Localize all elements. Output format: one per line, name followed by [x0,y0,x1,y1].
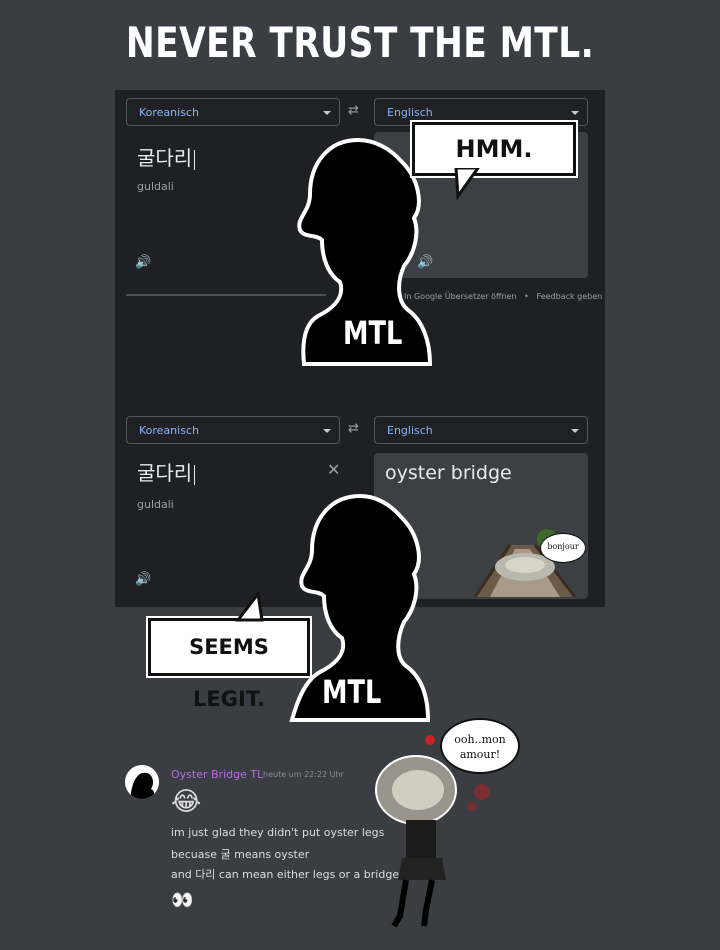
source-text-input[interactable]: 굴다리 [137,457,196,486]
close-icon[interactable]: ✕ [327,460,340,479]
speech-tail [234,592,264,622]
target-language-label: Englisch [387,424,433,437]
bonjour-speech-bubble: bonjour [540,533,586,563]
seems-legit-speech-bubble: SEEMS LEGIT. [148,618,310,711]
transliteration: guldali [137,498,174,511]
source-language-select[interactable]: Koreanisch [126,98,340,126]
chevron-down-icon [571,111,579,115]
source-text: 굴다리 [137,461,193,485]
text-cursor [194,464,196,485]
amour-speech-bubble: ooh..mon amour! [440,718,520,774]
message-line-2: becuase 굴 means oyster [171,848,310,861]
amour-line-2: amour! [459,748,501,761]
speaker-icon[interactable]: 🔊 [135,255,151,270]
target-language-select[interactable]: Englisch [374,416,588,444]
swap-icon[interactable]: ⇄ [348,421,359,436]
eyes-emoji-icon: 👀 [171,890,194,911]
avatar[interactable] [125,765,159,799]
username[interactable]: Oyster Bridge TL [171,768,263,781]
source-text-input[interactable]: 굴다리 [137,142,196,171]
speaker-icon[interactable]: 🔊 [135,572,151,587]
message-line-3: and 다리 can mean either legs or a bridge [171,868,400,881]
text-cursor [194,149,196,170]
transliteration: guldali [137,180,174,193]
target-language-label: Englisch [387,106,433,119]
chevron-down-icon [323,429,331,433]
seems-legit-text: SEEMS LEGIT. [189,635,269,711]
speech-tail [454,168,480,200]
chevron-down-icon [571,429,579,433]
amour-line-1: ooh..mon [454,733,506,746]
hmm-text: HMM. [455,135,533,163]
chevron-down-icon [323,111,331,115]
swap-icon[interactable]: ⇄ [348,103,359,118]
message-line-1: im just glad they didn't put oyster legs [171,826,385,839]
timestamp: heute um 22:22 Uhr [263,770,344,779]
feedback-link[interactable]: Feedback geben [537,292,603,301]
separator: • [524,292,529,301]
source-language-label: Koreanisch [139,106,199,119]
page-title: NEVER TRUST THE MTL. [125,18,595,67]
laughing-crying-emoji-icon: 😂 [171,787,202,817]
source-language-select[interactable]: Koreanisch [126,416,340,444]
source-language-label: Koreanisch [139,424,199,437]
mtl-label: MTL [322,673,382,711]
mtl-label: MTL [343,314,403,352]
hmm-speech-bubble: HMM. [412,122,576,176]
source-text: 굴다리 [137,146,193,170]
translation-output-text: oyster bridge [385,462,512,484]
